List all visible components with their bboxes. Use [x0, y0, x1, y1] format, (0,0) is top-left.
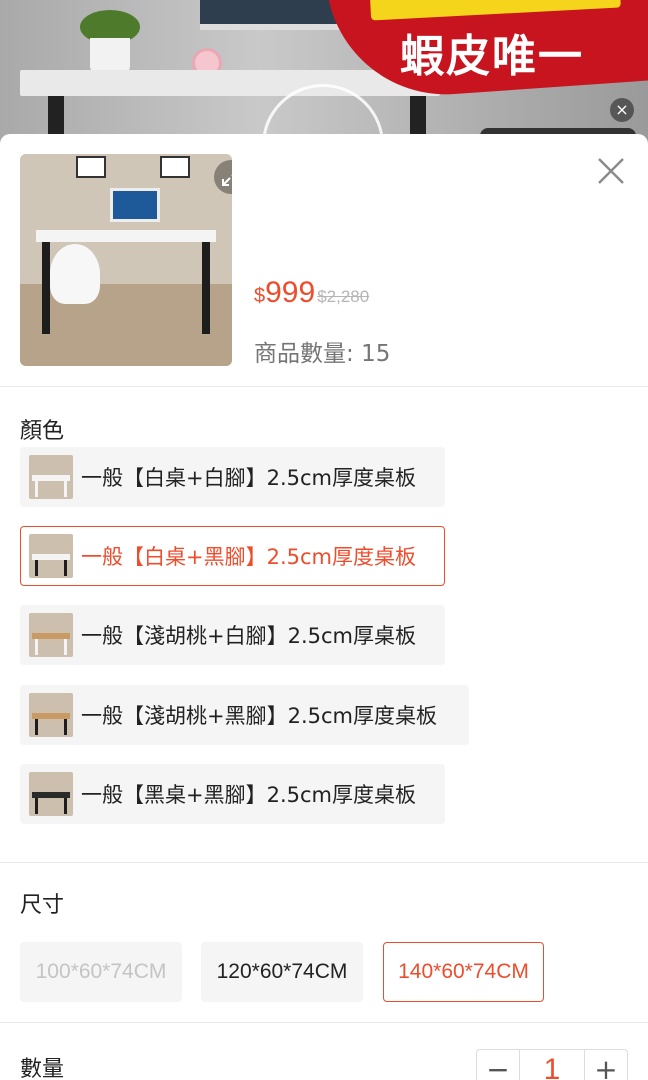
color-option-thumbnail — [29, 772, 73, 816]
plus-icon[interactable]: + — [585, 1050, 627, 1080]
sheet-header: $ 999 $2,280 商品數量: 15 — [0, 134, 648, 387]
thumb-desk — [36, 230, 216, 242]
color-option-label: 一般【淺胡桃+黑腳】2.5cm厚度桌板 — [81, 704, 437, 728]
color-option-2[interactable]: 一般【白桌+黑腳】2.5cm厚度桌板 — [20, 526, 445, 586]
size-option-140[interactable]: 140*60*74CM — [383, 942, 544, 1002]
close-icon[interactable] — [594, 154, 628, 188]
color-option-4[interactable]: 一般【淺胡桃+黑腳】2.5cm厚度桌板 — [20, 685, 469, 745]
quantity-section: 數量 − 1 + — [0, 1023, 648, 1080]
color-section: 顏色 一般【白桌+白腳】2.5cm厚度桌板 一般【白桌+黑腳】2.5cm厚度桌板一… — [0, 387, 648, 863]
size-section: 尺寸 100*60*74CM 120*60*74CM 140*60*74CM — [0, 863, 648, 1023]
stock-value: 15 — [361, 341, 391, 367]
size-option-100[interactable]: 100*60*74CM — [20, 942, 182, 1002]
stock-quantity: 商品數量: 15 — [254, 334, 390, 368]
original-price: $2,280 — [317, 287, 370, 306]
thumb-leg — [202, 242, 210, 334]
picture-frame — [76, 156, 106, 178]
color-option-label: 一般【黑桌+黑腳】2.5cm厚度桌板 — [81, 783, 416, 807]
thumb-chair — [50, 244, 100, 304]
color-option-thumbnail — [29, 534, 73, 578]
stock-label: 商品數量: — [254, 341, 354, 367]
variation-sheet: $ 999 $2,280 商品數量: 15 顏色 一般【白桌+白腳】2.5cm厚… — [0, 134, 648, 1080]
color-section-title: 顏色 — [20, 419, 65, 444]
color-option-5[interactable]: 一般【黑桌+黑腳】2.5cm厚度桌板 — [20, 764, 445, 824]
quantity-value[interactable]: 1 — [519, 1050, 585, 1080]
color-option-1[interactable]: 一般【白桌+白腳】2.5cm厚度桌板 — [20, 447, 445, 507]
price-row: $ 999 $2,280 — [254, 276, 369, 310]
thumb-leg — [42, 242, 50, 334]
currency-symbol: $ — [254, 285, 266, 307]
quantity-stepper: − 1 + — [476, 1049, 628, 1080]
minus-icon[interactable]: − — [477, 1050, 519, 1080]
close-badge-icon[interactable]: × — [610, 98, 634, 122]
plant-pot — [90, 38, 130, 74]
color-option-3[interactable]: 一般【淺胡桃+白腳】2.5cm厚桌板 — [20, 605, 445, 665]
product-thumbnail[interactable] — [20, 154, 232, 366]
color-option-thumbnail — [29, 613, 73, 657]
quantity-section-title: 數量 — [20, 1057, 65, 1080]
product-banner-background: 蝦皮唯一 × — [0, 0, 648, 150]
current-price: 999 — [265, 276, 316, 309]
color-option-label: 一般【白桌+白腳】2.5cm厚度桌板 — [81, 466, 416, 490]
picture-frame — [160, 156, 190, 178]
size-option-120[interactable]: 120*60*74CM — [201, 942, 363, 1002]
color-option-label: 一般【白桌+黑腳】2.5cm厚度桌板 — [81, 545, 416, 569]
color-option-thumbnail — [29, 693, 73, 737]
monitor-image — [200, 0, 350, 30]
size-section-title: 尺寸 — [20, 893, 65, 918]
desk-image — [20, 70, 440, 96]
thumb-monitor — [110, 188, 160, 222]
color-option-thumbnail — [29, 455, 73, 499]
color-option-label: 一般【淺胡桃+白腳】2.5cm厚桌板 — [81, 624, 416, 648]
promo-ribbon-text: 蝦皮唯一 — [400, 31, 584, 82]
